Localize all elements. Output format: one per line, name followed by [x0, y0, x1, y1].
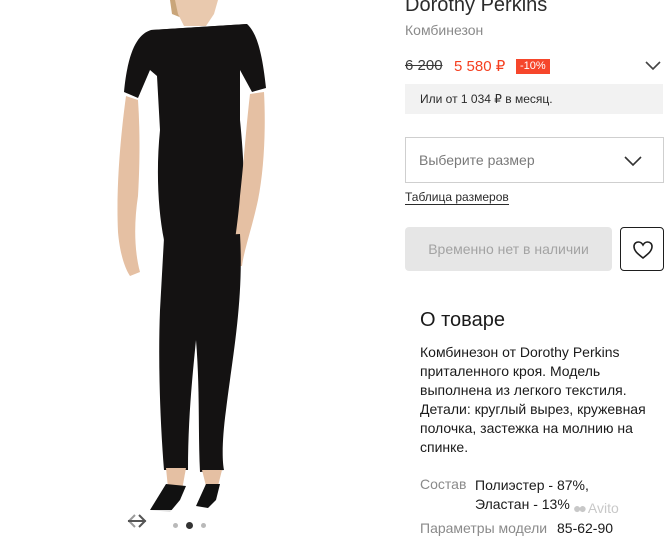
chevron-down-icon[interactable] — [644, 58, 662, 72]
chevron-down-icon — [624, 156, 642, 167]
product-brand[interactable]: Dorothy Perkins — [405, 0, 547, 17]
product-type: Комбинезон — [405, 22, 484, 38]
current-price: 5 580 ₽ — [454, 58, 506, 75]
heart-icon — [633, 241, 653, 260]
old-price: 6 200 — [405, 57, 443, 74]
favorite-button[interactable] — [620, 227, 664, 271]
size-select[interactable]: Выберите размер — [405, 137, 664, 183]
image-carousel-controls — [126, 510, 250, 540]
carousel-dot[interactable] — [201, 523, 206, 528]
product-photo[interactable] — [0, 0, 392, 540]
carousel-dot[interactable] — [173, 523, 178, 528]
avito-watermark: ●● Avito — [573, 500, 619, 516]
product-info-panel: Dorothy Perkins Комбинезон 6 200 5 580 ₽… — [392, 0, 669, 540]
model-illustration — [0, 0, 392, 540]
spec-value: Полиэстер - 87%, Эластан - 13% — [475, 477, 589, 512]
discount-badge: -10% — [516, 59, 550, 74]
arrow-right-icon[interactable] — [126, 510, 148, 532]
product-description: Комбинезон от Dorothy Perkins приталенно… — [420, 344, 646, 455]
spec-value: 85-62-90 — [557, 520, 614, 536]
size-table-link[interactable]: Таблица размеров — [405, 190, 509, 205]
installment-info: Или от 1 034 ₽ в месяц. — [405, 84, 663, 114]
spec-label: Состав — [420, 476, 467, 492]
avito-logo-icon: ●● — [573, 500, 587, 516]
out-of-stock-button[interactable]: Временно нет в наличии — [405, 227, 612, 271]
carousel-dots — [170, 522, 210, 530]
about-heading: О товаре — [420, 309, 505, 331]
carousel-dot-active[interactable] — [186, 522, 193, 529]
spec-label: Параметры модели — [420, 520, 548, 536]
size-select-placeholder: Выберите размер — [419, 152, 535, 168]
